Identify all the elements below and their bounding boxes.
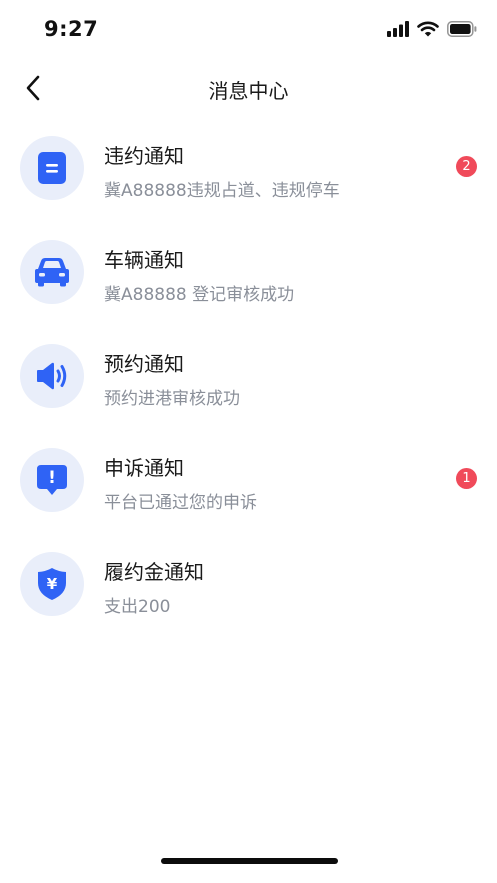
icon-circle: ¥: [20, 552, 84, 616]
message-title: 履约金通知: [104, 560, 204, 584]
signal-icon: [387, 21, 409, 37]
status-time: 9:27: [44, 17, 99, 41]
list-item-deposit-notice[interactable]: ¥ 履约金通知 支出200: [0, 550, 497, 654]
message-subtitle: 预约进港审核成功: [104, 389, 240, 409]
nav-bar: 消息中心: [0, 60, 497, 116]
yuan-mark: ¥: [47, 575, 58, 593]
list-item-appointment-notice[interactable]: 预约通知 预约进港审核成功: [0, 342, 497, 446]
wifi-icon: [417, 21, 439, 37]
car-icon: [35, 258, 69, 287]
page-title: 消息中心: [208, 79, 289, 103]
message-list: 违约通知 冀A88888违规占道、违规停车 2 车辆通知 冀A88888 登记审…: [0, 134, 497, 654]
icon-circle: !: [20, 448, 84, 512]
list-item-appeal-notice[interactable]: ! 申诉通知 平台已通过您的申诉 1: [0, 446, 497, 550]
battery-icon: [447, 21, 477, 37]
message-subtitle: 支出200: [104, 597, 171, 617]
message-title: 车辆通知: [104, 248, 184, 272]
message-title: 申诉通知: [104, 456, 184, 480]
message-subtitle: 冀A88888 登记审核成功: [104, 285, 295, 305]
unread-badge: 2: [456, 156, 477, 177]
alert-mark: !: [48, 468, 56, 488]
list-item-violation-notice[interactable]: 违约通知 冀A88888违规占道、违规停车 2: [0, 134, 497, 238]
icon-circle: [20, 344, 84, 408]
icon-circle: [20, 240, 84, 304]
home-indicator: [161, 858, 338, 864]
icon-circle: [20, 136, 84, 200]
list-item-vehicle-notice[interactable]: 车辆通知 冀A88888 登记审核成功: [0, 238, 497, 342]
message-subtitle: 平台已通过您的申诉: [104, 493, 257, 513]
yuan-shield-icon: ¥: [38, 568, 66, 600]
message-title: 预约通知: [104, 352, 184, 376]
message-subtitle: 冀A88888违规占道、违规停车: [104, 181, 340, 201]
alert-icon: !: [37, 465, 67, 495]
speaker-icon: [37, 362, 67, 390]
status-bar: 9:27: [0, 0, 497, 60]
status-icons: [387, 21, 477, 37]
document-icon: [38, 152, 66, 184]
unread-badge: 1: [456, 468, 477, 489]
message-title: 违约通知: [104, 144, 184, 168]
